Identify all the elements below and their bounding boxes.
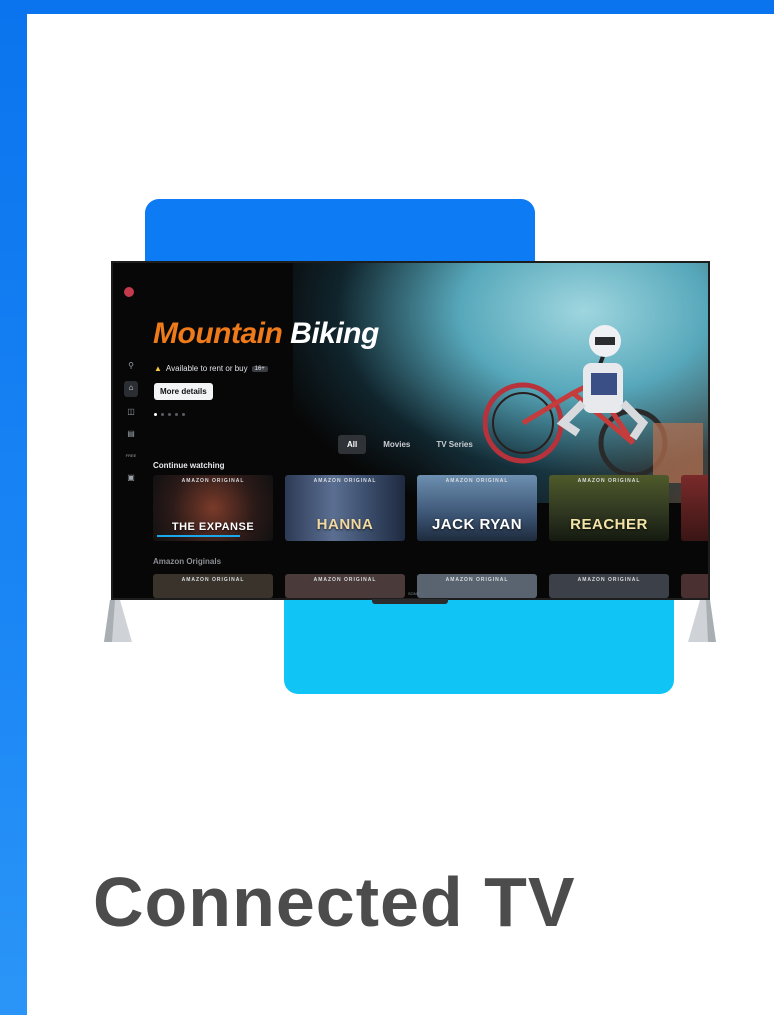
tile-jack-ryan[interactable]: AMAZON ORIGINAL JACK RYAN — [417, 475, 537, 541]
carousel-dot[interactable] — [154, 413, 157, 416]
tile-title: THE EXPANSE — [171, 521, 255, 533]
app-logo-icon[interactable] — [124, 287, 134, 297]
tile-badge: AMAZON ORIGINAL — [181, 478, 245, 484]
tile-reacher[interactable]: AMAZON ORIGINAL REACHER — [549, 475, 669, 541]
category-tabs: All Movies TV Series — [338, 435, 482, 454]
tv-screen: ⚲ ⌂ ◫ ▤ FREE ▣ Mountain Biking ▲ Availab… — [111, 261, 710, 600]
tile-title: HANNA — [316, 516, 374, 533]
tile-badge: AMAZON ORIGINAL — [181, 577, 245, 583]
tab-all[interactable]: All — [338, 435, 367, 454]
more-details-button[interactable]: More details — [154, 383, 213, 400]
store-icon[interactable]: ◫ — [125, 405, 137, 419]
tv-brand-logo: SONY — [408, 591, 420, 596]
availability-line: ▲ Available to rent or buy 16+ — [154, 364, 268, 373]
carousel-dots — [154, 413, 185, 416]
mountain-biker-illustration — [483, 325, 703, 483]
availability-text: Available to rent or buy — [165, 364, 248, 373]
original-tile[interactable]: AMAZON ORIGINAL — [153, 574, 273, 598]
original-tile[interactable]: AMAZON ORIGINAL — [417, 574, 537, 598]
live-tv-icon[interactable]: ▣ — [125, 471, 137, 485]
carousel-dot[interactable] — [161, 413, 164, 416]
original-tile[interactable]: AMAZON ORIGINAL — [285, 574, 405, 598]
tile-hanna[interactable]: AMAZON ORIGINAL HANNA — [285, 475, 405, 541]
tv-stand-leg-left — [104, 600, 132, 642]
carousel-dot[interactable] — [175, 413, 178, 416]
page-caption: Connected TV — [93, 863, 576, 941]
original-tile[interactable]: AMAZON ORIGINAL — [549, 574, 669, 598]
tv-stand-leg-right — [688, 600, 716, 642]
tile-the-expanse[interactable]: AMAZON ORIGINAL THE EXPANSE — [153, 475, 273, 541]
continue-watching-row: AMAZON ORIGINAL THE EXPANSE AMAZON ORIGI… — [153, 475, 708, 541]
continue-watching-label: Continue watching — [153, 461, 225, 470]
tile-badge: AMAZON ORIGINAL — [313, 478, 377, 484]
original-tile[interactable] — [681, 574, 708, 598]
library-icon[interactable]: ▤ — [125, 427, 137, 441]
free-icon[interactable]: FREE — [125, 449, 137, 463]
amazon-originals-row: AMAZON ORIGINAL AMAZON ORIGINAL AMAZON O… — [153, 574, 708, 598]
hero-title-part2: Biking — [290, 317, 379, 350]
tile-badge: AMAZON ORIGINAL — [445, 577, 509, 583]
tile-badge: AMAZON ORIGINAL — [577, 478, 641, 484]
tile-title: REACHER — [570, 516, 648, 533]
rating-badge: 16+ — [251, 365, 268, 372]
tile-badge: AMAZON ORIGINAL — [577, 577, 641, 583]
carousel-dot[interactable] — [168, 413, 171, 416]
home-icon[interactable]: ⌂ — [124, 381, 138, 397]
tile-badge: AMAZON ORIGINAL — [445, 478, 509, 484]
progress-bar — [157, 535, 240, 537]
tile-partial[interactable] — [681, 475, 708, 541]
search-icon[interactable]: ⚲ — [125, 359, 137, 373]
tab-tv-series[interactable]: TV Series — [427, 435, 481, 454]
hero-title-part1: Mountain — [153, 317, 283, 350]
tile-badge: AMAZON ORIGINAL — [313, 577, 377, 583]
tv-stand-base — [372, 599, 448, 604]
tab-movies[interactable]: Movies — [374, 435, 419, 454]
lock-icon: ▲ — [154, 364, 162, 373]
carousel-dot[interactable] — [182, 413, 185, 416]
hero-title: Mountain Biking — [153, 317, 379, 351]
sidebar-nav: ⚲ ⌂ ◫ ▤ FREE ▣ — [123, 359, 139, 485]
tile-title: JACK RYAN — [431, 516, 523, 533]
amazon-originals-label: Amazon Originals — [153, 557, 222, 566]
